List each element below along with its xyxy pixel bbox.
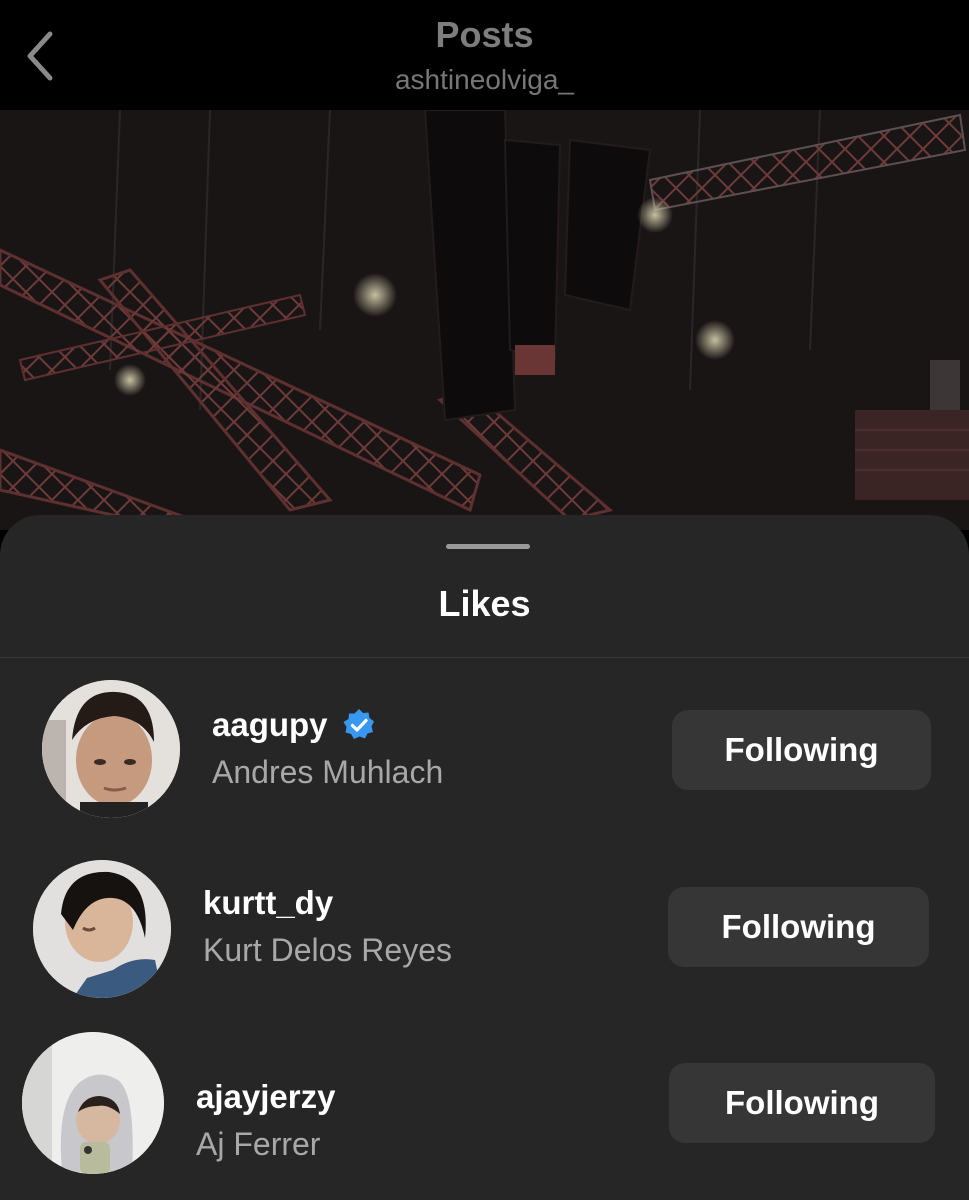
sheet-title: Likes — [438, 583, 531, 624]
list-item-user-2[interactable]: kurtt_dy Kurt Delos Reyes Following — [0, 860, 969, 1000]
avatar[interactable] — [33, 860, 171, 998]
divider — [0, 657, 969, 658]
concert-venue-image — [0, 110, 969, 530]
likes-sheet: Likes aagupy Andres Muhlach Following ku… — [0, 515, 969, 1200]
profile-photo — [42, 680, 180, 818]
list-item-user-3[interactable]: ajayjerzy Aj Ferrer Following — [0, 1032, 969, 1174]
post-photo — [0, 110, 969, 530]
full-name: Kurt Delos Reyes — [203, 932, 452, 968]
username[interactable]: kurtt_dy — [203, 884, 333, 922]
following-button[interactable]: Following — [672, 710, 931, 790]
list-item-user-1[interactable]: aagupy Andres Muhlach Following — [0, 680, 969, 820]
sheet-drag-handle[interactable] — [446, 544, 530, 549]
top-header: Posts ashtineolviga_ — [0, 0, 969, 110]
profile-photo — [22, 1032, 164, 1174]
page-title: Posts — [435, 14, 534, 55]
avatar[interactable] — [42, 680, 180, 818]
full-name: Aj Ferrer — [196, 1126, 321, 1162]
following-button[interactable]: Following — [668, 887, 929, 967]
username[interactable]: aagupy — [212, 706, 328, 744]
following-button[interactable]: Following — [669, 1063, 935, 1143]
page-subtitle-username[interactable]: ashtineolviga_ — [0, 64, 969, 96]
full-name: Andres Muhlach — [212, 754, 444, 790]
verified-badge-icon — [343, 709, 374, 739]
avatar[interactable] — [22, 1032, 164, 1174]
username[interactable]: ajayjerzy — [196, 1078, 335, 1116]
profile-photo — [33, 860, 171, 998]
